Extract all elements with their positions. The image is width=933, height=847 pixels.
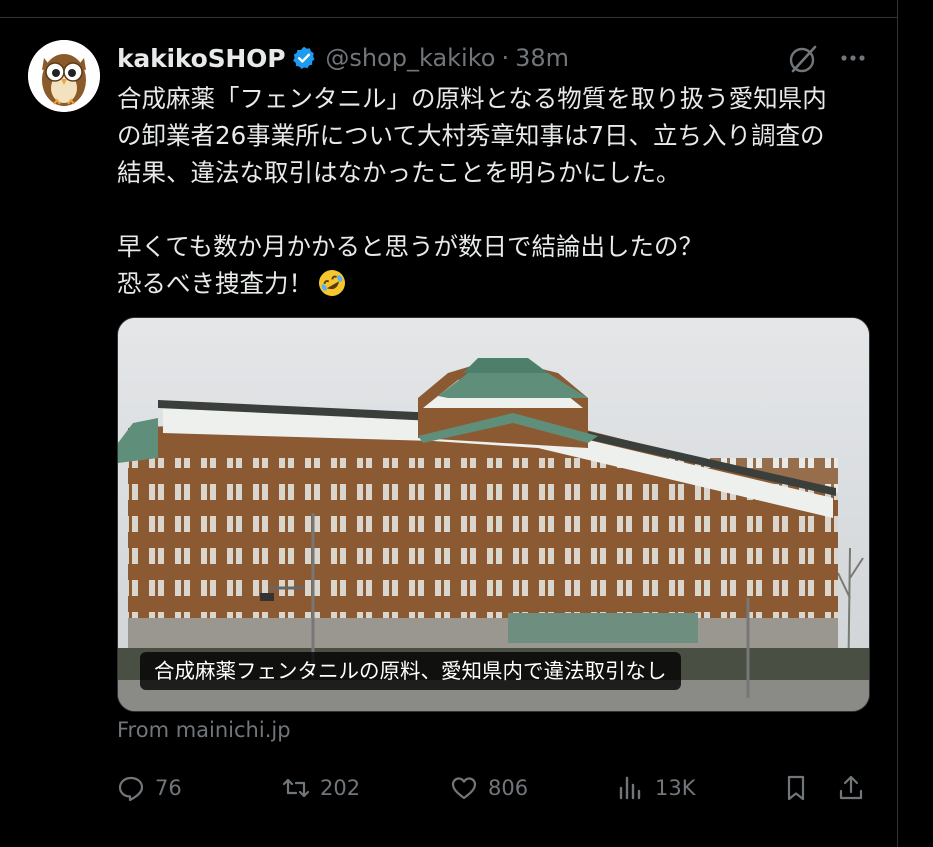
verified-badge-icon bbox=[293, 46, 315, 69]
bookmark-icon bbox=[787, 775, 805, 801]
post-text: 合成麻薬「フェンタニル」の原料となる物質を取り扱う愛知県内 の卸業者26事業所に… bbox=[117, 80, 877, 302]
more-options-icon[interactable] bbox=[838, 48, 868, 68]
post-text-fragment: 恐るべき捜査力！ bbox=[117, 269, 313, 298]
reply-icon bbox=[118, 776, 144, 802]
like-count: 806 bbox=[488, 776, 529, 800]
post-text-line-last: 恐るべき捜査力！ bbox=[117, 265, 877, 302]
rolling-on-floor-laughing-emoji-icon bbox=[319, 270, 345, 296]
column-border bbox=[897, 0, 898, 847]
reply-count: 76 bbox=[155, 776, 182, 800]
repost-button[interactable]: 202 bbox=[282, 770, 360, 806]
repost-icon bbox=[282, 778, 310, 798]
repost-count: 202 bbox=[320, 776, 361, 800]
bookmark-button[interactable] bbox=[782, 770, 810, 806]
card-source[interactable]: From mainichi.jp bbox=[117, 718, 291, 742]
share-button[interactable] bbox=[837, 770, 865, 806]
separator-dot: · bbox=[501, 44, 510, 72]
heart-icon bbox=[451, 777, 477, 800]
action-bar: 76 202 806 13K bbox=[117, 770, 872, 806]
share-icon bbox=[839, 775, 863, 800]
post-text-line: 早くても数か月かかると思うが数日で結論出したの？ bbox=[117, 232, 704, 261]
like-button[interactable]: 806 bbox=[450, 770, 528, 806]
post-header: kakikoSHOP @shop_kakiko · 38m bbox=[117, 40, 569, 76]
handle[interactable]: @shop_kakiko bbox=[325, 44, 495, 72]
owl-avatar-icon bbox=[28, 40, 100, 112]
display-name[interactable]: kakikoSHOP bbox=[117, 44, 286, 73]
views-count: 13K bbox=[655, 776, 696, 800]
post-text-line: の卸業者26事業所について大村秀章知事は7日、立ち入り調査の bbox=[117, 121, 825, 150]
timestamp[interactable]: 38m bbox=[515, 44, 569, 72]
views-chart-icon bbox=[619, 776, 641, 800]
card-caption: 合成麻薬フェンタニルの原料、愛知県内で違法取引なし bbox=[140, 652, 681, 690]
grok-icon[interactable] bbox=[786, 42, 820, 76]
top-divider bbox=[0, 17, 897, 18]
avatar[interactable] bbox=[28, 40, 100, 112]
views-button[interactable]: 13K bbox=[617, 770, 696, 806]
post-text-line: 結果、違法な取引はなかったことを明らかにした。 bbox=[117, 158, 681, 187]
post-text-line: 合成麻薬「フェンタニル」の原料となる物質を取り扱う愛知県内 bbox=[117, 84, 827, 113]
link-card[interactable]: 合成麻薬フェンタニルの原料、愛知県内で違法取引なし bbox=[117, 317, 870, 712]
reply-button[interactable]: 76 bbox=[117, 770, 182, 806]
tweet-frame: kakikoSHOP @shop_kakiko · 38m 合成麻薬「フェンタニ… bbox=[0, 0, 933, 847]
